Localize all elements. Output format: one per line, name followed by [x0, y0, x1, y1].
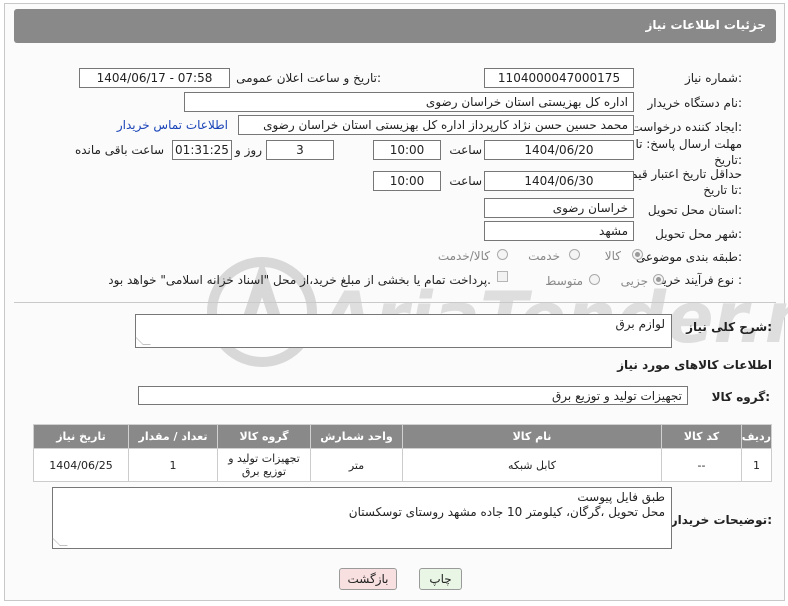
need-number-field[interactable]: 1104000047000175: [484, 68, 634, 88]
price-date-field[interactable]: 1404/06/30: [484, 171, 634, 191]
remaining-time-field[interactable]: 01:31:25: [172, 140, 232, 160]
days-field[interactable]: 3: [266, 140, 334, 160]
goods-section-title: اطلاعات کالاهای مورد نیاز: [617, 358, 772, 372]
days-label: روز و: [235, 143, 262, 157]
description-textarea[interactable]: لوازم برق: [135, 314, 672, 348]
col-header-group: گروه کالا: [217, 424, 311, 449]
buyer-contact-link[interactable]: اطلاعات تماس خریدار: [117, 118, 228, 132]
buyer-org-field[interactable]: اداره کل بهزیستی استان خراسان رضوی: [184, 92, 634, 112]
province-field[interactable]: خراسان رضوی: [484, 198, 634, 218]
category-label: طبقه بندی موضوعی:: [635, 250, 742, 264]
description-text: لوازم برق: [615, 317, 666, 331]
col-header-quantity: تعداد / مقدار: [128, 424, 218, 449]
cell-row-number: 1: [741, 448, 772, 482]
header-bar: جزئیات اطلاعات نیاز: [14, 9, 776, 43]
price-time-label: ساعت: [449, 174, 482, 188]
description-label: شرح کلی نیاز:: [686, 320, 772, 334]
city-label: شهر محل تحویل:: [655, 227, 742, 241]
table-row[interactable]: 1 -- کابل شبکه متر تجهیزات تولید و توزیع…: [33, 448, 772, 482]
col-header-unit: واحد شمارش: [310, 424, 403, 449]
cell-name: کابل شبکه: [402, 448, 662, 482]
cell-need-date: 1404/06/25: [33, 448, 129, 482]
col-header-code: کد کالا: [661, 424, 742, 449]
reply-deadline-label: مهلت ارسال پاسخ: تا تاریخ:: [635, 137, 742, 167]
creator-field[interactable]: محمد حسین حسن نژاد کارپرداز اداره کل بهز…: [238, 115, 634, 135]
buyer-notes-label: توضیحات خریدار:: [670, 513, 772, 527]
reply-date-field[interactable]: 1404/06/20: [484, 140, 634, 160]
print-button[interactable]: چاپ: [419, 568, 462, 590]
price-time-field[interactable]: 10:00: [373, 171, 441, 191]
divider: [14, 302, 776, 303]
back-button[interactable]: بازگشت: [339, 568, 397, 590]
city-field[interactable]: مشهد: [484, 221, 634, 241]
need-number-label: شماره نیاز:: [684, 71, 742, 85]
buyer-notes-line2: محل تحویل ،گرگان، کیلومتر 10 جاده مشهد ر…: [348, 505, 665, 519]
process-option-medium: متوسط: [545, 274, 583, 288]
cell-group: تجهیزات تولید و توزیع برق: [217, 448, 311, 482]
process-radio-minor[interactable]: [653, 274, 664, 285]
col-header-row-number: ردیف: [741, 424, 772, 449]
buyer-org-label: نام دستگاه خریدار:: [647, 96, 743, 110]
buyer-notes-textarea[interactable]: طبق فایل پیوست محل تحویل ،گرگان، کیلومتر…: [52, 487, 672, 549]
process-radio-medium[interactable]: [589, 274, 600, 285]
process-label: نوع فرآیند خرید :: [657, 273, 742, 287]
announce-field[interactable]: 1404/06/17 - 07:58: [79, 68, 230, 88]
resize-grip-icon[interactable]: [135, 337, 151, 345]
reply-time-label: ساعت: [449, 143, 482, 157]
table-header-row: ردیف کد کالا نام کالا واحد شمارش گروه کا…: [33, 424, 772, 449]
goods-group-label: گروه کالا:: [711, 390, 770, 404]
cell-code: --: [661, 448, 742, 482]
category-radio-goods-service[interactable]: [497, 249, 508, 260]
payment-checkbox[interactable]: [497, 271, 508, 282]
cell-quantity: 1: [128, 448, 218, 482]
category-radio-goods[interactable]: [632, 249, 643, 260]
category-radio-service[interactable]: [569, 249, 580, 260]
category-option-goods: کالا: [604, 249, 621, 263]
category-option-service: خدمت: [528, 249, 560, 263]
province-label: استان محل تحویل:: [647, 203, 742, 217]
resize-grip-icon[interactable]: [52, 538, 68, 546]
reply-time-field[interactable]: 10:00: [373, 140, 441, 160]
process-option-minor: جزیی: [620, 274, 648, 288]
col-header-name: نام کالا: [402, 424, 662, 449]
buyer-notes-line1: طبق فایل پیوست: [577, 490, 665, 504]
goods-group-field[interactable]: تجهیزات تولید و توزیع برق: [138, 386, 688, 405]
remaining-time-label: ساعت باقی مانده: [74, 143, 164, 157]
page-title: جزئیات اطلاعات نیاز: [645, 18, 766, 32]
goods-table: ردیف کد کالا نام کالا واحد شمارش گروه کا…: [33, 424, 772, 482]
cell-unit: متر: [310, 448, 403, 482]
col-header-need-date: تاریخ نیاز: [33, 424, 129, 449]
creator-label: ایجاد کننده درخواست:: [631, 120, 742, 134]
announce-label: تاریخ و ساعت اعلان عمومی:: [236, 71, 381, 85]
category-option-goods-service: کالا/خدمت: [437, 249, 490, 263]
payment-note: پرداخت تمام یا بخشی از مبلغ خرید،از محل …: [108, 273, 491, 287]
